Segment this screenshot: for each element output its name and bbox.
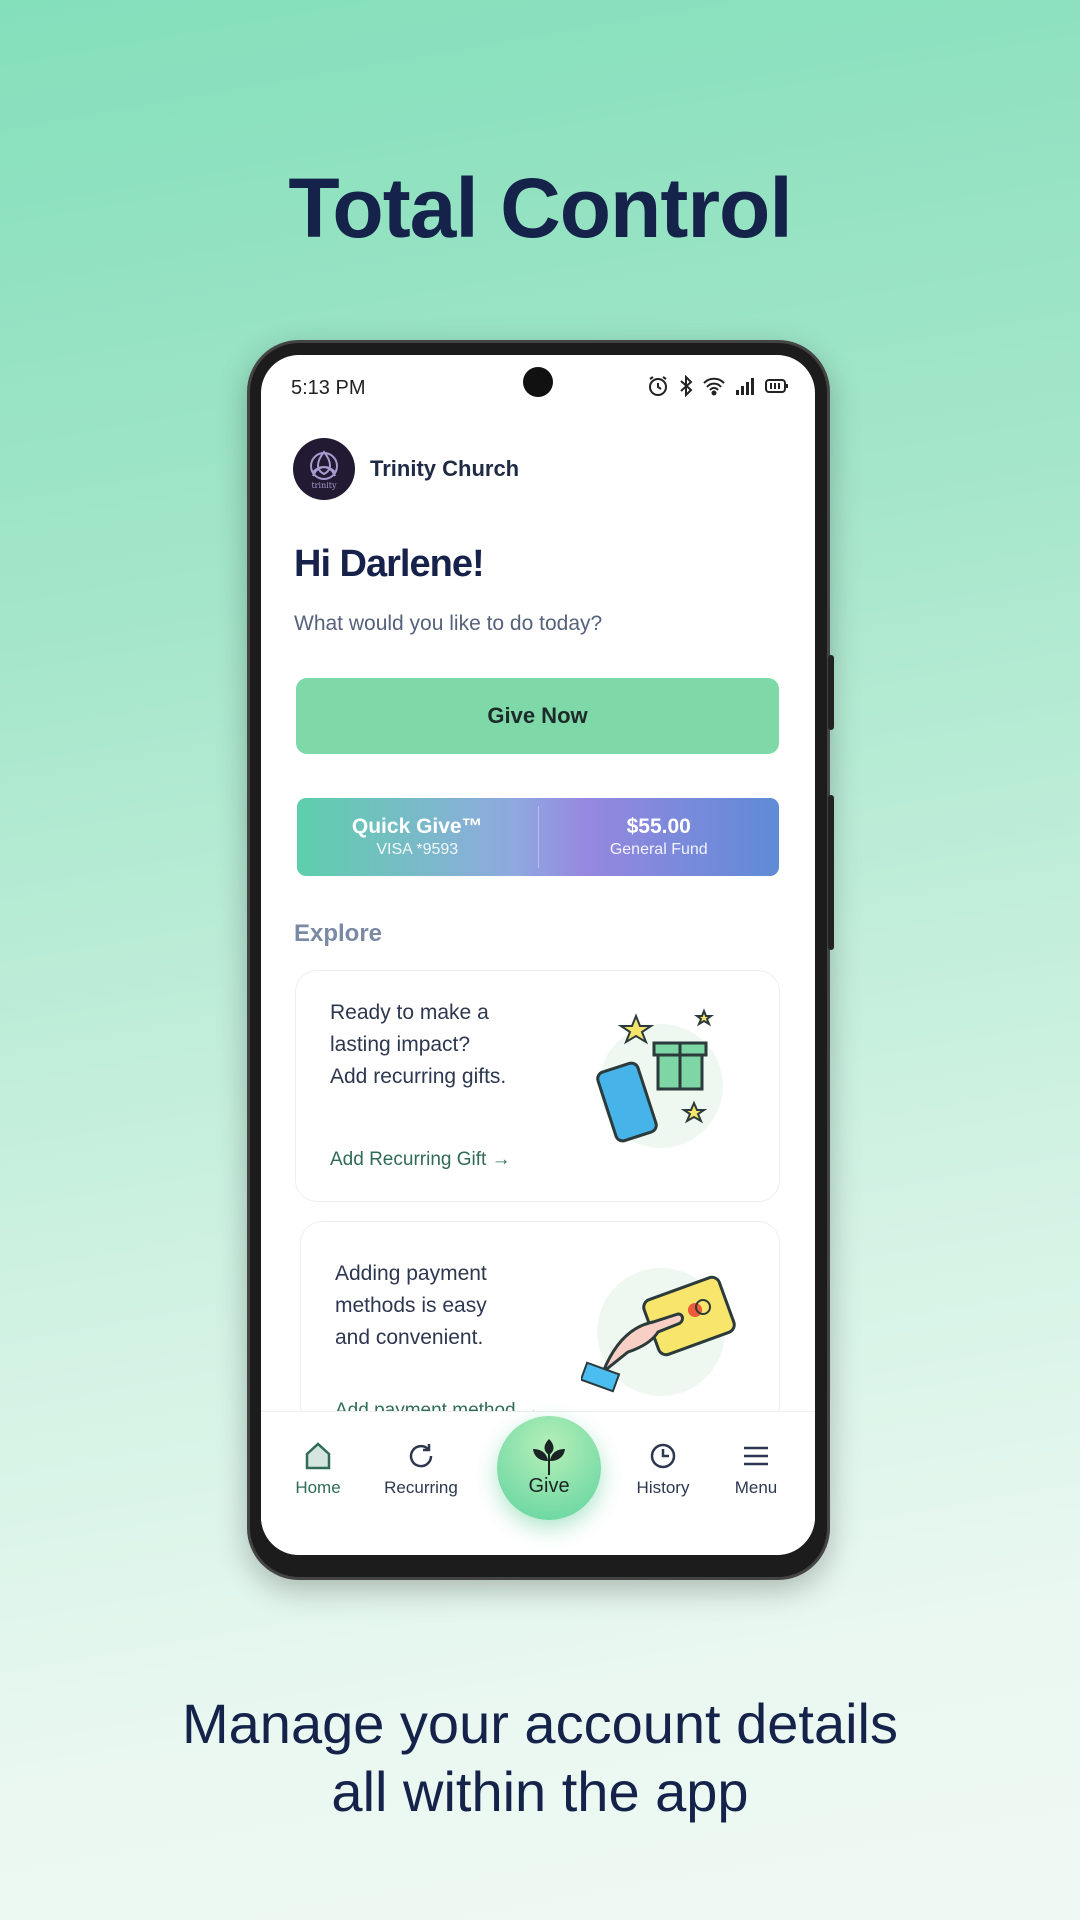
battery-icon <box>765 379 788 393</box>
alarm-icon <box>649 376 667 396</box>
status-time: 5:13 PM <box>291 377 366 399</box>
tagline-line: all within the app <box>331 1760 749 1823</box>
nav-home[interactable]: Home <box>263 1442 373 1498</box>
recurring-gift-card[interactable]: Ready to make a lasting impact? Add recu… <box>295 970 780 1202</box>
quick-give-button[interactable]: Quick Give™ VISA *9593 $55.00 General Fu… <box>297 798 779 876</box>
phone-side-button <box>828 655 834 730</box>
sprout-icon <box>533 1438 565 1475</box>
link-label: Add Recurring Gift <box>330 1149 487 1170</box>
quick-give-card: VISA *9593 <box>376 841 459 858</box>
clock-icon <box>650 1443 676 1469</box>
signal-icon <box>736 378 754 395</box>
church-name[interactable]: Trinity Church <box>370 456 519 482</box>
gift-phone-illustration <box>596 1008 723 1148</box>
menu-icon <box>744 1446 768 1466</box>
nav-menu[interactable]: Menu <box>701 1442 811 1498</box>
nav-recurring[interactable]: Recurring <box>366 1442 476 1498</box>
quick-give-title: Quick Give™ <box>351 815 483 838</box>
hand-card-illustration <box>581 1268 736 1396</box>
nav-label: Give <box>528 1474 570 1497</box>
status-icons <box>647 375 789 397</box>
nav-label: History <box>636 1478 690 1497</box>
promo-tagline: Manage your account details all within t… <box>0 1690 1080 1826</box>
phone-side-button <box>828 795 834 950</box>
give-now-button[interactable]: Give Now <box>296 678 779 754</box>
nav-label: Recurring <box>384 1478 458 1497</box>
greeting-subtitle: What would you like to do today? <box>294 612 603 635</box>
add-recurring-gift-link[interactable]: Add Recurring Gift → <box>330 1149 511 1171</box>
card-line: Add recurring gifts. <box>330 1065 507 1088</box>
promo-title: Total Control <box>288 161 792 255</box>
refresh-icon <box>409 1444 433 1468</box>
card-line: Ready to make a <box>330 1001 489 1024</box>
card-line: lasting impact? <box>330 1033 471 1056</box>
card-line: methods is easy <box>335 1294 487 1317</box>
card-text: Ready to make a lasting impact? Add recu… <box>330 997 506 1093</box>
home-icon <box>305 1442 331 1470</box>
app-screen: 5:13 PM trinity Trinity Church Hi Darlen… <box>261 355 815 1555</box>
camera-cutout <box>523 367 553 397</box>
quick-give-fund: General Fund <box>609 841 708 858</box>
nav-give-button[interactable]: Give <box>497 1416 601 1520</box>
greeting-title: Hi Darlene! <box>294 543 485 585</box>
church-logo: trinity <box>293 438 355 500</box>
explore-heading: Explore <box>294 920 383 947</box>
quick-give-amount: $55.00 <box>626 815 691 838</box>
card-text: Adding payment methods is easy and conve… <box>335 1258 487 1354</box>
svg-text:trinity: trinity <box>311 481 337 490</box>
nav-label: Home <box>295 1478 341 1497</box>
arrow-right-icon: → <box>491 1149 511 1170</box>
wifi-icon <box>703 377 725 396</box>
nav-label: Menu <box>734 1478 778 1497</box>
tagline-line: Manage your account details <box>182 1692 898 1755</box>
card-line: Adding payment <box>335 1262 487 1285</box>
bluetooth-icon <box>680 375 693 397</box>
card-line: and convenient. <box>335 1326 484 1349</box>
